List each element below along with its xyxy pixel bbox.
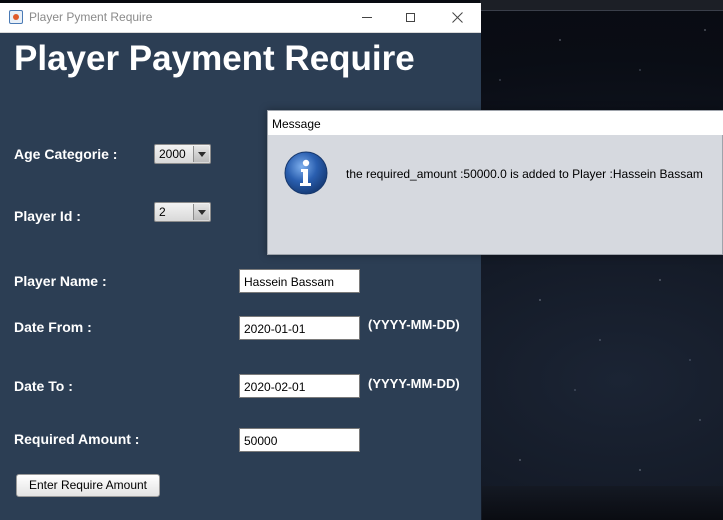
player-name-field[interactable]: Hassein Bassam <box>239 269 360 293</box>
date-from-field[interactable]: 2020-01-01 <box>239 316 360 340</box>
dialog-message: the required_amount :50000.0 is added to… <box>346 167 703 181</box>
player-payment-window: Player Pyment Require Player Payment Req… <box>0 3 481 520</box>
java-app-icon <box>9 10 23 24</box>
date-from-label: Date From : <box>14 319 92 335</box>
date-to-label: Date To : <box>14 378 73 394</box>
maximize-button[interactable] <box>387 3 433 32</box>
enter-require-amount-button[interactable]: Enter Require Amount <box>16 474 160 497</box>
age-category-select[interactable]: 2000 <box>154 144 211 164</box>
background-window-edge <box>480 0 723 11</box>
dialog-title: Message <box>272 117 321 131</box>
info-icon <box>284 151 328 195</box>
window-title: Player Pyment Require <box>29 10 153 24</box>
player-name-label: Player Name : <box>14 273 107 289</box>
close-button[interactable] <box>434 3 480 32</box>
window-titlebar[interactable]: Player Pyment Require <box>0 3 481 33</box>
minimize-button[interactable] <box>344 3 390 32</box>
required-amount-label: Required Amount : <box>14 431 140 447</box>
page-title: Player Payment Require <box>14 39 415 78</box>
minimize-icon <box>362 17 372 18</box>
player-id-value: 2 <box>159 205 166 219</box>
chevron-down-icon[interactable] <box>193 204 209 220</box>
chevron-down-icon[interactable] <box>193 146 209 162</box>
date-from-format-hint: (YYYY-MM-DD) <box>368 317 460 332</box>
dialog-titlebar[interactable]: Message <box>268 111 723 135</box>
close-icon <box>451 12 463 23</box>
date-to-field[interactable]: 2020-02-01 <box>239 374 360 398</box>
age-category-value: 2000 <box>159 147 186 161</box>
required-amount-field[interactable]: 50000 <box>239 428 360 452</box>
desktop-wallpaper-rock <box>482 486 723 520</box>
player-id-label: Player Id : <box>14 208 81 224</box>
date-to-format-hint: (YYYY-MM-DD) <box>368 376 460 391</box>
maximize-icon <box>405 13 415 22</box>
player-id-select[interactable]: 2 <box>154 202 211 222</box>
message-dialog: Message the required_amount :50000.0 is … <box>267 110 723 255</box>
age-category-label: Age Categorie : <box>14 146 118 162</box>
